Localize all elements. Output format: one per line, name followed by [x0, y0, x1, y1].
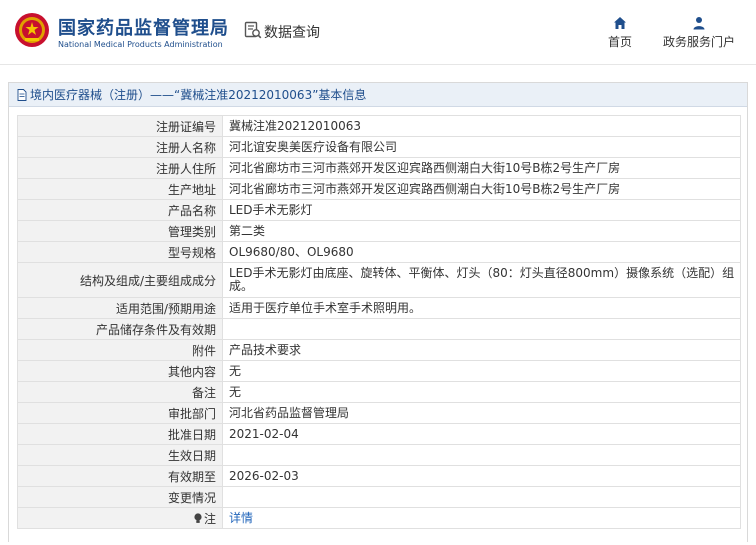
- field-value: 冀械注准20212010063: [222, 115, 741, 137]
- field-value: 第二类: [222, 220, 741, 242]
- field-value: 无: [222, 360, 741, 382]
- field-value: 河北省药品监督管理局: [222, 402, 741, 424]
- field-label: 变更情况: [17, 486, 223, 508]
- table-row: 产品名称 LED手术无影灯: [17, 199, 741, 221]
- home-icon: [614, 17, 626, 29]
- field-label: 产品名称: [17, 199, 223, 221]
- detail-panel: 境内医疗器械（注册）——“冀械注准20212010063”基本信息 注册证编号 …: [8, 82, 748, 542]
- table-row: 注册证编号 冀械注准20212010063: [17, 115, 741, 137]
- field-value: 2021-02-04: [222, 423, 741, 445]
- field-label: 管理类别: [17, 220, 223, 242]
- nav-home-label: 首页: [607, 35, 632, 49]
- field-value: 2026-02-03: [222, 465, 741, 487]
- field-label: 结构及组成/主要组成成分: [17, 262, 223, 298]
- field-value: 产品技术要求: [222, 339, 741, 361]
- field-value: 适用于医疗单位手术室手术照明用。: [222, 297, 741, 319]
- field-label: 批准日期: [17, 423, 223, 445]
- field-label: 产品储存条件及有效期: [17, 318, 223, 340]
- table-row: 注册人住所 河北省廊坊市三河市燕郊开发区迎宾路西侧潮白大街10号B栋2号生产厂房: [17, 157, 741, 179]
- field-label: 附件: [17, 339, 223, 361]
- field-label: 备注: [17, 381, 223, 403]
- field-value: 河北谊安奥美医疗设备有限公司: [222, 136, 741, 158]
- table-row: 备注 无: [17, 381, 741, 403]
- field-value: OL9680/80、OL9680: [222, 241, 741, 263]
- details-link[interactable]: 详情: [229, 511, 253, 525]
- table-row: 变更情况: [17, 486, 741, 508]
- nav-service-portal-label: 政务服务门户: [662, 35, 735, 49]
- device-info-table: 注册证编号 冀械注准20212010063 注册人名称 河北谊安奥美医疗设备有限…: [17, 115, 741, 529]
- header-divider: [0, 64, 756, 65]
- nav-home-link[interactable]: 首页: [602, 16, 638, 50]
- site-header: 国家药品监督管理局 National Medical Products Admi…: [0, 0, 756, 64]
- national-emblem-logo: [15, 13, 49, 47]
- panel-title-bar: 境内医疗器械（注册）——“冀械注准20212010063”基本信息: [9, 83, 747, 107]
- user-icon: [693, 17, 705, 30]
- field-value: 河北省廊坊市三河市燕郊开发区迎宾路西侧潮白大街10号B栋2号生产厂房: [222, 157, 741, 179]
- field-value: [222, 486, 741, 508]
- note-label-cell: 注: [17, 507, 223, 529]
- field-label: 其他内容: [17, 360, 223, 382]
- field-value: 无: [222, 381, 741, 403]
- field-label: 有效期至: [17, 465, 223, 487]
- field-label: 生产地址: [17, 178, 223, 200]
- table-row: 结构及组成/主要组成成分 LED手术无影灯由底座、旋转体、平衡体、灯头（80：灯…: [17, 262, 741, 298]
- field-label: 生效日期: [17, 444, 223, 466]
- table-row: 生产地址 河北省廊坊市三河市燕郊开发区迎宾路西侧潮白大街10号B栋2号生产厂房: [17, 178, 741, 200]
- field-value: LED手术无影灯: [222, 199, 741, 221]
- data-query-title: 数据查询: [264, 25, 320, 41]
- table-row: 审批部门 河北省药品监督管理局: [17, 402, 741, 424]
- table-row: 其他内容 无: [17, 360, 741, 382]
- field-label: 审批部门: [17, 402, 223, 424]
- table-row: 型号规格 OL9680/80、OL9680: [17, 241, 741, 263]
- table-row: 注册人名称 河北谊安奥美医疗设备有限公司: [17, 136, 741, 158]
- note-value-cell: 详情: [222, 507, 741, 529]
- field-label: 注册人名称: [17, 136, 223, 158]
- field-label: 注册人住所: [17, 157, 223, 179]
- document-icon: [17, 88, 27, 101]
- lightbulb-icon: [194, 512, 202, 523]
- note-label: 注: [203, 511, 216, 526]
- field-value: 河北省廊坊市三河市燕郊开发区迎宾路西侧潮白大街10号B栋2号生产厂房: [222, 178, 741, 200]
- field-label: 注册证编号: [17, 115, 223, 137]
- table-row: 管理类别 第二类: [17, 220, 741, 242]
- table-row: 生效日期: [17, 444, 741, 466]
- nav-service-portal-link[interactable]: 政务服务门户: [656, 16, 742, 50]
- field-label: 适用范围/预期用途: [17, 297, 223, 319]
- brand-title: 国家药品监督管理局: [58, 18, 229, 39]
- field-value: LED手术无影灯由底座、旋转体、平衡体、灯头（80：灯头直径800mm）摄像系统…: [222, 262, 741, 298]
- data-query-icon: [244, 21, 262, 39]
- field-label: 型号规格: [17, 241, 223, 263]
- brand-subtitle: National Medical Products Administration: [58, 40, 223, 49]
- table-row: 有效期至 2026-02-03: [17, 465, 741, 487]
- table-row: 批准日期 2021-02-04: [17, 423, 741, 445]
- field-value: [222, 444, 741, 466]
- field-value: [222, 318, 741, 340]
- table-row: 附件 产品技术要求: [17, 339, 741, 361]
- table-row: 适用范围/预期用途 适用于医疗单位手术室手术照明用。: [17, 297, 741, 319]
- table-row-note: 注 详情: [17, 507, 741, 529]
- table-row: 产品储存条件及有效期: [17, 318, 741, 340]
- panel-title-text: 境内医疗器械（注册）——“冀械注准20212010063”基本信息: [30, 87, 367, 102]
